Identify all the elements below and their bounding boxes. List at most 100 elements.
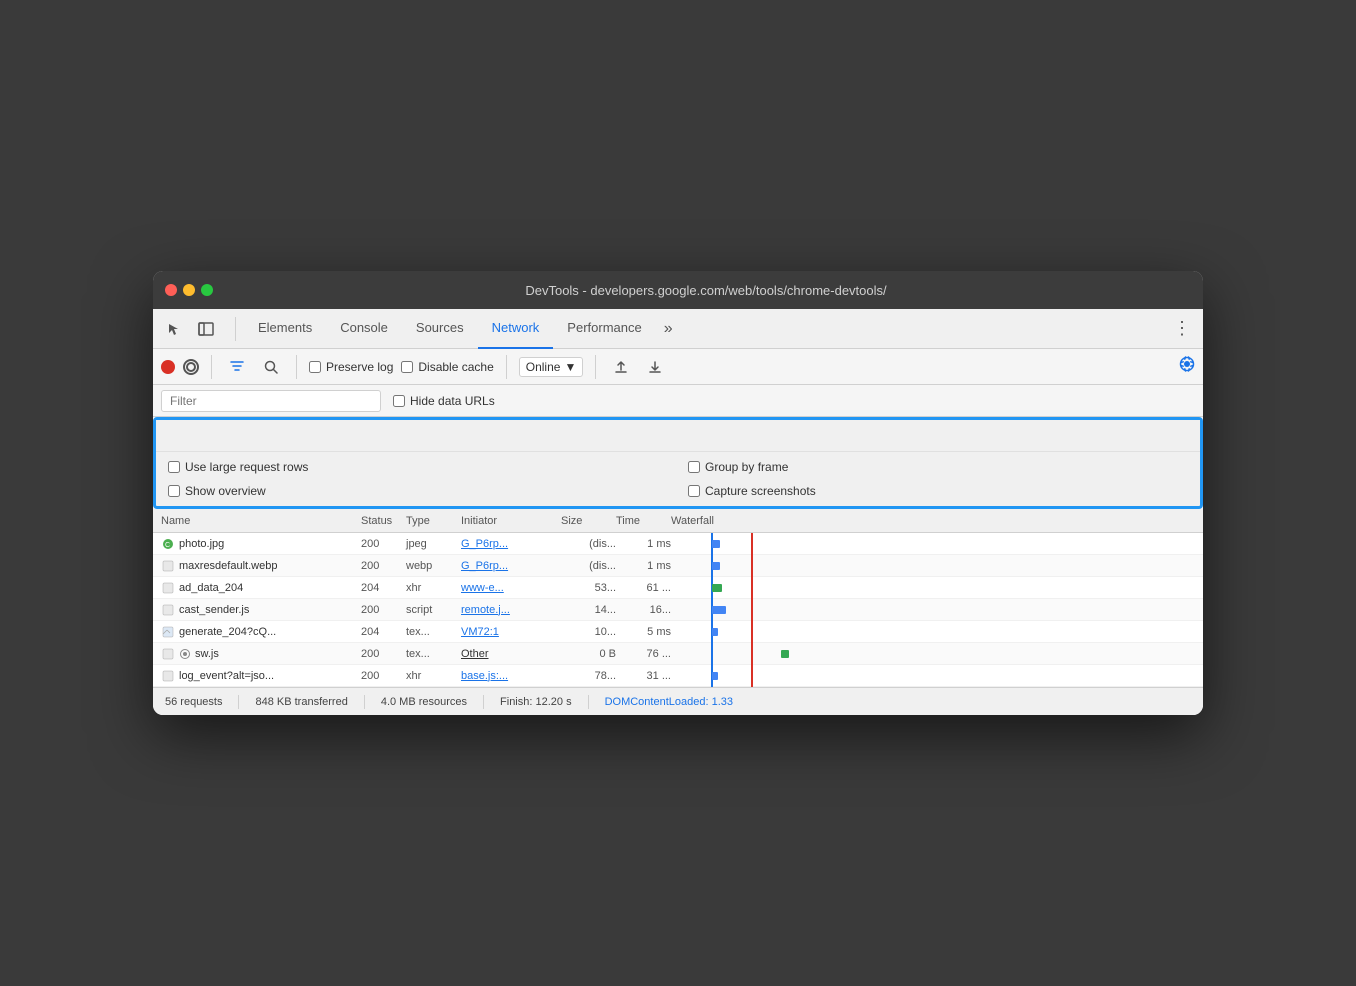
finish-time: Finish: 12.20 s — [500, 696, 572, 708]
col-header-time[interactable]: Time — [616, 515, 671, 527]
cell-initiator[interactable]: www-e... — [461, 582, 561, 594]
settings-panel: Use large request rows Group by frame Sh… — [153, 417, 1203, 509]
large-request-rows-input[interactable] — [168, 461, 180, 473]
cell-initiator[interactable]: remote.j... — [461, 604, 561, 616]
throttle-select[interactable]: Online ▼ — [519, 357, 584, 377]
more-tabs-icon[interactable]: » — [656, 320, 681, 338]
table-row[interactable]: cast_sender.js 200 script remote.j... 14… — [153, 599, 1203, 621]
close-button[interactable] — [165, 284, 177, 296]
record-button[interactable] — [161, 360, 175, 374]
separator — [588, 695, 589, 709]
show-overview-input[interactable] — [168, 485, 180, 497]
preserve-log-label: Preserve log — [326, 360, 393, 374]
cell-size: 78... — [561, 670, 616, 682]
tab-network[interactable]: Network — [478, 309, 554, 349]
cell-name: cast_sender.js — [161, 603, 361, 617]
col-header-size[interactable]: Size — [561, 515, 616, 527]
separator — [483, 695, 484, 709]
minimize-button[interactable] — [183, 284, 195, 296]
window-title: DevTools - developers.google.com/web/too… — [221, 283, 1191, 298]
settings-row-top — [156, 420, 1200, 452]
cell-initiator[interactable]: VM72:1 — [461, 626, 561, 638]
col-header-status[interactable]: Status — [361, 515, 406, 527]
doc-file-icon — [161, 669, 175, 683]
large-request-rows-checkbox[interactable]: Use large request rows — [168, 460, 668, 474]
gear-file-icon — [179, 648, 191, 660]
cell-type: tex... — [406, 648, 461, 660]
status-bar: 56 requests 848 KB transferred 4.0 MB re… — [153, 687, 1203, 715]
cell-waterfall — [671, 577, 1195, 599]
col-header-waterfall[interactable]: Waterfall — [671, 515, 1195, 527]
cell-initiator: Other — [461, 648, 561, 660]
hide-data-urls-checkbox[interactable]: Hide data URLs — [393, 394, 495, 408]
col-header-initiator[interactable]: Initiator — [461, 515, 561, 527]
tab-sources[interactable]: Sources — [402, 309, 478, 349]
cell-name: sw.js — [161, 647, 361, 661]
show-overview-checkbox[interactable]: Show overview — [168, 484, 668, 498]
cell-initiator[interactable]: base.js:... — [461, 670, 561, 682]
group-by-frame-input[interactable] — [688, 461, 700, 473]
filter-icon[interactable] — [224, 354, 250, 380]
cell-waterfall — [671, 665, 1195, 687]
import-icon[interactable] — [608, 354, 634, 380]
cell-type: jpeg — [406, 538, 461, 550]
clear-button[interactable] — [183, 359, 199, 375]
separator — [238, 695, 239, 709]
capture-screenshots-checkbox[interactable]: Capture screenshots — [688, 484, 1188, 498]
cell-time: 5 ms — [616, 626, 671, 638]
table-row[interactable]: log_event?alt=jso... 200 xhr base.js:...… — [153, 665, 1203, 687]
table-row[interactable]: ad_data_204 204 xhr www-e... 53... 61 ..… — [153, 577, 1203, 599]
preserve-log-input[interactable] — [309, 361, 321, 373]
cell-status: 200 — [361, 670, 406, 682]
network-toolbar: Preserve log Disable cache Online ▼ — [153, 349, 1203, 385]
devtools-window: DevTools - developers.google.com/web/too… — [153, 271, 1203, 715]
maximize-button[interactable] — [201, 284, 213, 296]
cell-type: script — [406, 604, 461, 616]
col-header-name[interactable]: Name — [161, 515, 361, 527]
filter-input[interactable] — [161, 390, 381, 412]
export-icon[interactable] — [642, 354, 668, 380]
group-by-frame-checkbox[interactable]: Group by frame — [688, 460, 1188, 474]
table-row[interactable]: sw.js 200 tex... Other 0 B 76 ... — [153, 643, 1203, 665]
hide-data-urls-input[interactable] — [393, 395, 405, 407]
tab-elements[interactable]: Elements — [244, 309, 326, 349]
table-row[interactable]: generate_204?cQ... 204 tex... VM72:1 10.… — [153, 621, 1203, 643]
separator — [211, 355, 212, 379]
cell-size: 53... — [561, 582, 616, 594]
cell-name: generate_204?cQ... — [161, 625, 361, 639]
cell-type: xhr — [406, 670, 461, 682]
toolbar-right: ⋮ — [1169, 316, 1195, 342]
disable-cache-input[interactable] — [401, 361, 413, 373]
cell-type: tex... — [406, 626, 461, 638]
preserve-log-checkbox[interactable]: Preserve log — [309, 360, 393, 374]
dom-content-loaded: DOMContentLoaded: 1.33 — [605, 696, 733, 708]
table-row[interactable]: C photo.jpg 200 jpeg G_P6rp... (dis... 1… — [153, 533, 1203, 555]
table-row[interactable]: maxresdefault.webp 200 webp G_P6rp... (d… — [153, 555, 1203, 577]
doc-file-icon — [161, 647, 175, 661]
cell-initiator[interactable]: G_P6rp... — [461, 560, 561, 572]
cell-time: 1 ms — [616, 560, 671, 572]
cell-type: webp — [406, 560, 461, 572]
cell-size: 0 B — [561, 648, 616, 660]
dock-icon[interactable] — [193, 316, 219, 342]
cell-initiator[interactable]: G_P6rp... — [461, 538, 561, 550]
separator — [235, 317, 236, 341]
disable-cache-checkbox[interactable]: Disable cache — [401, 360, 493, 374]
image-file-icon: C — [161, 537, 175, 551]
hide-data-urls-label: Hide data URLs — [410, 394, 495, 408]
col-header-type[interactable]: Type — [406, 515, 461, 527]
requests-count: 56 requests — [165, 696, 222, 708]
toolbar-icons — [161, 316, 219, 342]
devtools-content: Elements Console Sources Network Perform… — [153, 309, 1203, 715]
cell-waterfall — [671, 555, 1195, 577]
script-file-icon — [161, 603, 175, 617]
settings-icon[interactable] — [1179, 356, 1195, 377]
tab-performance[interactable]: Performance — [553, 309, 655, 349]
cell-status: 200 — [361, 560, 406, 572]
search-icon[interactable] — [258, 354, 284, 380]
tab-console[interactable]: Console — [326, 309, 402, 349]
capture-screenshots-input[interactable] — [688, 485, 700, 497]
cursor-icon[interactable] — [161, 316, 187, 342]
cell-status: 200 — [361, 604, 406, 616]
more-options-icon[interactable]: ⋮ — [1169, 316, 1195, 342]
